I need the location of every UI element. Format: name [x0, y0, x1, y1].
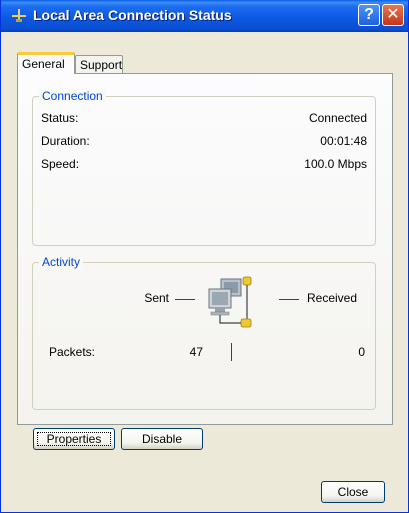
connection-group: Connection Status: Connected Duration: 0… — [32, 89, 376, 246]
sent-line — [175, 299, 195, 300]
status-value: Connected — [308, 111, 367, 125]
packets-divider — [231, 343, 232, 361]
duration-value: 00:01:48 — [320, 134, 367, 148]
network-connection-icon — [12, 9, 26, 22]
activity-group: Activity Sent Received Packets: 47 0 — [32, 255, 376, 410]
tab-support[interactable]: Support — [75, 55, 123, 73]
packets-sent-value: 47 — [189, 345, 203, 359]
help-button[interactable]: ? — [358, 4, 380, 26]
packets-label: Packets: — [49, 345, 96, 359]
duration-label: Duration: — [41, 134, 90, 148]
disable-button[interactable]: Disable — [121, 428, 203, 450]
sent-label: Sent — [144, 291, 169, 305]
title-bar[interactable]: Local Area Connection Status ? ✕ — [1, 0, 408, 32]
received-label: Received — [307, 291, 358, 305]
properties-button[interactable]: Properties — [33, 428, 115, 450]
status-dialog: Local Area Connection Status ? ✕ General… — [0, 0, 409, 513]
window-title: Local Area Connection Status — [33, 7, 232, 23]
received-line — [279, 299, 299, 300]
speed-label: Speed: — [41, 157, 80, 171]
status-label: Status: — [41, 111, 79, 125]
network-computers-icon — [208, 276, 252, 328]
speed-value: 100.0 Mbps — [304, 157, 367, 171]
window-close-button[interactable]: ✕ — [382, 4, 404, 26]
tab-general[interactable]: General — [17, 52, 75, 74]
activity-legend: Activity — [39, 255, 84, 269]
connection-legend: Connection — [39, 89, 106, 103]
close-button[interactable]: Close — [321, 481, 385, 503]
packets-received-value: 0 — [358, 345, 365, 359]
tab-panel-general: Connection Status: Connected Duration: 0… — [17, 73, 393, 425]
